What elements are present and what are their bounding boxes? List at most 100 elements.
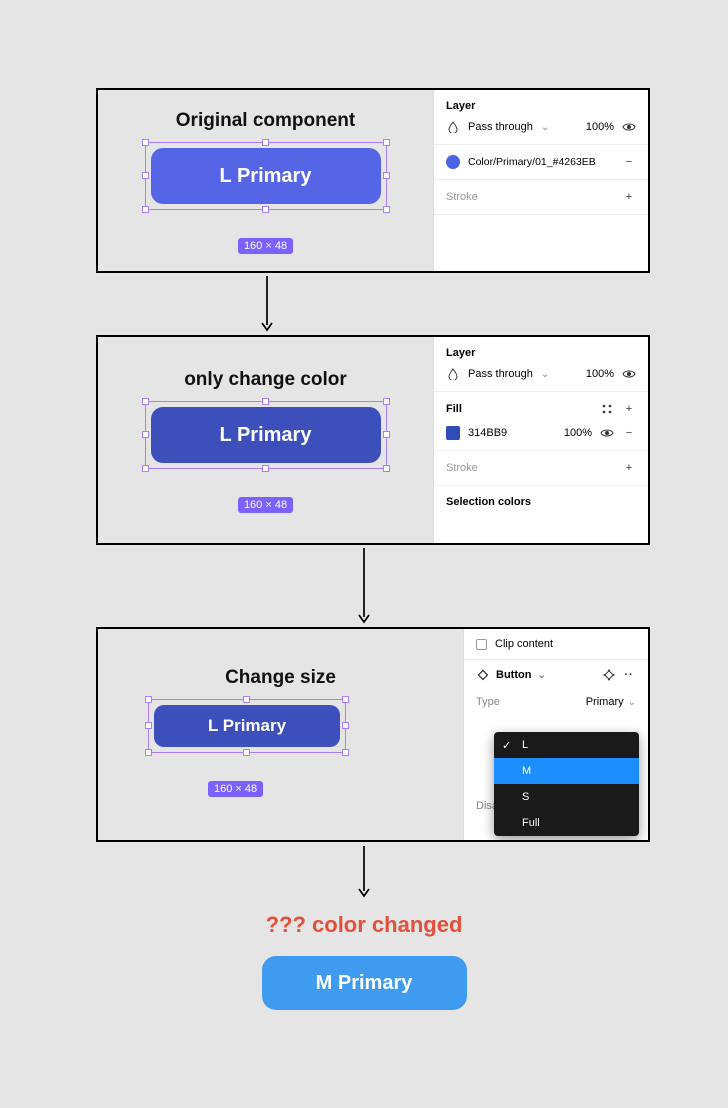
resize-handle-mr[interactable] bbox=[383, 431, 390, 438]
fill-style-section: Color/Primary/01_#4263EB − bbox=[434, 145, 648, 180]
selection-outline bbox=[145, 401, 387, 469]
dropdown-option-m[interactable]: M bbox=[494, 758, 639, 784]
variant-type-row: Type Primary ⌄ bbox=[464, 690, 648, 714]
selection-colors-section: Selection colors bbox=[434, 486, 648, 518]
dropdown-option-l[interactable]: ✓ L bbox=[494, 732, 639, 758]
layer-section: Layer Pass through ⌄ 100% bbox=[434, 90, 648, 145]
chevron-down-icon[interactable]: ⌄ bbox=[541, 369, 549, 380]
panel-change-color: only change color L Primary 160 × 48 bbox=[96, 335, 650, 545]
resize-handle-bl[interactable] bbox=[145, 749, 152, 756]
resize-handle-bm[interactable] bbox=[262, 206, 269, 213]
panel-left: Original component L Primary 160 × 48 bbox=[98, 90, 433, 271]
blend-mode-value[interactable]: Pass through bbox=[468, 368, 533, 380]
stroke-section: Stroke + bbox=[434, 180, 648, 215]
resize-handle-tl[interactable] bbox=[145, 696, 152, 703]
resize-handle-tr[interactable] bbox=[342, 696, 349, 703]
fill-opacity[interactable]: 100% bbox=[564, 427, 592, 439]
result-block: ??? color changed M Primary bbox=[0, 912, 728, 1010]
resize-handle-br[interactable] bbox=[383, 206, 390, 213]
opacity-value[interactable]: 100% bbox=[586, 368, 614, 380]
resize-handle-tm[interactable] bbox=[262, 139, 269, 146]
instance-icon bbox=[476, 668, 490, 682]
resize-handle-bl[interactable] bbox=[142, 206, 149, 213]
style-icon[interactable] bbox=[600, 402, 614, 416]
size-badge: 160 × 48 bbox=[238, 497, 293, 513]
resize-handle-mr[interactable] bbox=[383, 172, 390, 179]
eye-icon[interactable] bbox=[622, 367, 636, 381]
chevron-down-icon[interactable]: ⌄ bbox=[628, 697, 636, 708]
arrow-down bbox=[358, 545, 370, 625]
size-badge-row: 160 × 48 bbox=[208, 767, 451, 797]
resize-handle-mr[interactable] bbox=[342, 722, 349, 729]
arrow-down bbox=[358, 843, 370, 899]
variant-prop-value[interactable]: Primary bbox=[586, 696, 624, 708]
warning-text: ??? color changed bbox=[0, 912, 728, 938]
section-heading-selcolors: Selection colors bbox=[446, 496, 636, 508]
result-button[interactable]: M Primary bbox=[262, 956, 467, 1010]
blend-row: Pass through ⌄ 100% bbox=[446, 120, 636, 134]
fill-hex[interactable]: 314BB9 bbox=[468, 427, 507, 439]
resize-handle-bm[interactable] bbox=[262, 465, 269, 472]
panel-left: Change size L Primary 160 × 48 bbox=[98, 629, 463, 840]
fill-swatch[interactable] bbox=[446, 426, 460, 440]
blend-row: Pass through ⌄ 100% bbox=[446, 367, 636, 381]
variant-prop-label: Type bbox=[476, 696, 586, 708]
color-style-name[interactable]: Color/Primary/01_#4263EB bbox=[468, 156, 614, 168]
resize-handle-bm[interactable] bbox=[243, 749, 250, 756]
eye-icon[interactable] bbox=[622, 120, 636, 134]
resize-handle-br[interactable] bbox=[342, 749, 349, 756]
resize-handle-tm[interactable] bbox=[243, 696, 250, 703]
dropdown-option-full[interactable]: Full bbox=[494, 810, 639, 836]
component-selection[interactable]: L Primary bbox=[151, 148, 381, 204]
arrow-down bbox=[261, 273, 273, 333]
section-heading-layer: Layer bbox=[446, 100, 636, 112]
component-selection[interactable]: L Primary bbox=[154, 705, 340, 747]
size-badge-row: 160 × 48 bbox=[110, 224, 421, 254]
selection-outline bbox=[145, 142, 387, 210]
remove-icon[interactable]: − bbox=[622, 426, 636, 440]
resize-handle-tm[interactable] bbox=[262, 398, 269, 405]
remove-icon[interactable]: − bbox=[622, 155, 636, 169]
clip-content-label: Clip content bbox=[495, 638, 553, 650]
checkbox[interactable] bbox=[476, 639, 487, 650]
properties-sidebar: Layer Pass through ⌄ 100% C bbox=[433, 90, 648, 271]
resize-handle-tl[interactable] bbox=[142, 398, 149, 405]
opacity-value[interactable]: 100% bbox=[586, 121, 614, 133]
panel-title: only change color bbox=[110, 369, 421, 391]
resize-handle-tl[interactable] bbox=[142, 139, 149, 146]
panel-original: Original component L Primary 160 × 48 bbox=[96, 88, 650, 273]
resize-handle-br[interactable] bbox=[383, 465, 390, 472]
component-name[interactable]: Button bbox=[496, 669, 531, 681]
resize-handle-tr[interactable] bbox=[383, 398, 390, 405]
color-style-swatch[interactable] bbox=[446, 155, 460, 169]
more-icon[interactable]: ·· bbox=[622, 668, 636, 682]
chevron-down-icon[interactable]: ⌄ bbox=[541, 122, 549, 133]
blend-icon bbox=[446, 120, 460, 134]
chevron-down-icon[interactable]: ⌄ bbox=[537, 670, 545, 681]
section-heading-fill: Fill bbox=[446, 403, 592, 415]
resize-handle-tr[interactable] bbox=[383, 139, 390, 146]
component-selection[interactable]: L Primary bbox=[151, 407, 381, 463]
blend-mode-value[interactable]: Pass through bbox=[468, 121, 533, 133]
resize-handle-ml[interactable] bbox=[142, 172, 149, 179]
plus-icon[interactable]: + bbox=[622, 402, 636, 416]
plus-icon[interactable]: + bbox=[622, 190, 636, 204]
check-icon: ✓ bbox=[502, 739, 511, 752]
resize-handle-bl[interactable] bbox=[142, 465, 149, 472]
eye-icon[interactable] bbox=[600, 426, 614, 440]
panel-change-size: Change size L Primary 160 × 48 bbox=[96, 627, 650, 842]
variant-size-dropdown: ✓ L M S Full bbox=[494, 732, 639, 836]
layer-section: Layer Pass through ⌄ 100% bbox=[434, 337, 648, 392]
plus-icon[interactable]: + bbox=[622, 461, 636, 475]
dropdown-option-s[interactable]: S bbox=[494, 784, 639, 810]
selection-outline bbox=[148, 699, 346, 753]
properties-sidebar: Layer Pass through ⌄ 100% Fill bbox=[433, 337, 648, 543]
swap-icon[interactable] bbox=[602, 668, 616, 682]
size-badge-row: 160 × 48 bbox=[110, 483, 421, 513]
resize-handle-ml[interactable] bbox=[145, 722, 152, 729]
resize-handle-ml[interactable] bbox=[142, 431, 149, 438]
stroke-section: Stroke + bbox=[434, 451, 648, 486]
size-badge: 160 × 48 bbox=[238, 238, 293, 254]
section-heading-stroke: Stroke bbox=[446, 191, 614, 203]
fill-section: Fill + 314BB9 100% − bbox=[434, 392, 648, 451]
